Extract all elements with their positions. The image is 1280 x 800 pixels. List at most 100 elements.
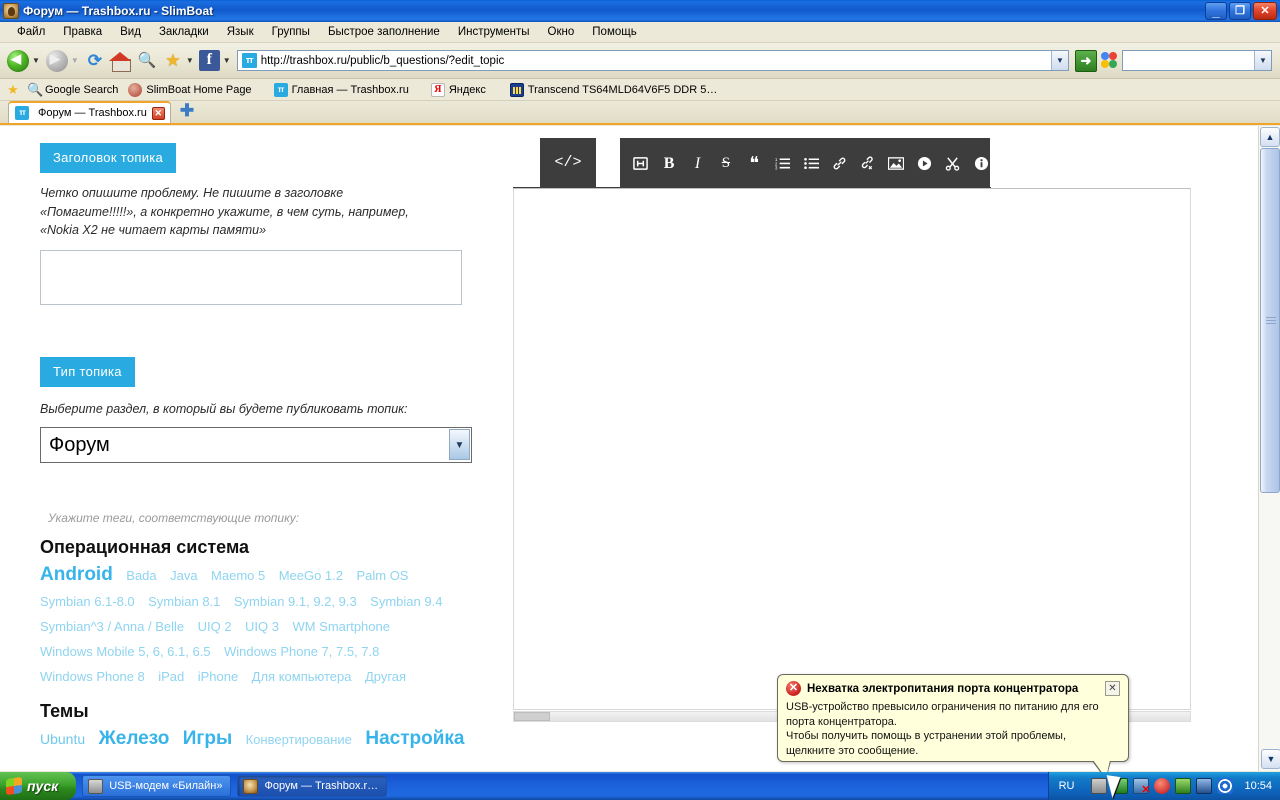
tag-link[interactable]: Windows Phone 7, 7.5, 7.8 [224,644,379,659]
clock[interactable]: 10:54 [1244,780,1272,792]
shield-icon[interactable] [1154,778,1171,794]
tag-link[interactable]: Игры [183,728,232,749]
ordered-list-icon[interactable]: 123 [774,156,791,170]
bookmark-google-search[interactable]: 🔍 Google Search [24,82,125,98]
minimize-button[interactable]: _ [1205,2,1227,20]
heading-icon[interactable] [632,156,649,171]
menu-item-bookmarks[interactable]: Закладки [150,24,218,40]
menu-item-groups[interactable]: Группы [263,24,319,40]
address-dropdown-chevron-down-icon[interactable]: ▼ [1051,51,1068,70]
menu-item-tools[interactable]: Инструменты [449,24,539,40]
tab-forum-trashbox[interactable]: тт Форум — Trashbox.ru ✕ [8,101,171,123]
taskbar-item-forum[interactable]: Форум — Trashbox.r… [237,775,388,797]
editor-source-tab[interactable]: </> [540,138,596,188]
maximize-button[interactable]: ❐ [1229,2,1251,20]
reload-icon[interactable]: ⟳ [84,50,106,72]
home-icon[interactable] [108,50,132,72]
tag-link[interactable]: Железо [99,728,170,749]
google-icon[interactable] [1100,51,1120,71]
new-tab-button[interactable]: ✚ [180,101,194,123]
tag-link[interactable]: UIQ 2 [198,619,232,634]
menu-item-edit[interactable]: Правка [54,24,111,40]
close-button[interactable]: ✕ [1253,2,1277,20]
link-icon[interactable] [831,156,848,171]
tag-link[interactable]: Palm OS [356,568,408,583]
page-scrollbar-vertical[interactable]: ▲ ▼ [1258,126,1280,771]
cut-icon[interactable] [944,156,961,171]
unordered-list-icon[interactable] [802,156,819,170]
tag-link[interactable]: Java [170,568,197,583]
bold-icon[interactable]: B [660,155,677,171]
facebook-chevron-down-icon[interactable]: ▼ [223,56,231,65]
tab-close-icon[interactable]: ✕ [151,106,165,120]
tag-link[interactable]: MeeGo 1.2 [279,568,343,583]
bookmark-trashbox-main[interactable]: тт Главная — Trashbox.ru [271,82,416,98]
info-icon[interactable] [973,156,990,171]
tag-link[interactable]: Конвертирование [246,732,352,747]
usb-power-notification[interactable]: ✕ Нехватка электропитания порта концентр… [777,674,1129,780]
scroll-down-button[interactable]: ▼ [1261,749,1280,769]
tag-link[interactable]: Android [40,564,113,585]
menu-item-view[interactable]: Вид [111,24,150,40]
tag-link[interactable]: iPhone [198,669,238,684]
tag-link[interactable]: Symbian 9.1, 9.2, 9.3 [234,594,357,609]
go-button[interactable]: ➜ [1075,49,1097,72]
network-error-icon[interactable]: ✕ [1133,778,1150,796]
tag-link[interactable]: Symbian^3 / Anna / Belle [40,619,184,634]
menu-item-file[interactable]: Файл [8,24,54,40]
chevron-down-icon[interactable]: ▼ [449,429,470,460]
tag-link[interactable]: WM Smartphone [292,619,390,634]
taskbar-item-usb-modem[interactable]: USB-модем «Билайн» [82,775,232,797]
topic-section-select[interactable]: Форум ▼ [40,427,472,463]
tag-link[interactable]: Bada [126,568,156,583]
back-button[interactable]: ◀ [5,48,31,74]
menu-item-language[interactable]: Язык [218,24,263,40]
video-icon[interactable] [916,156,933,171]
bookmark-yandex[interactable]: Я Яндекс [428,82,493,98]
tag-link[interactable]: UIQ 3 [245,619,279,634]
address-bar[interactable]: тт http://trashbox.ru/public/b_questions… [236,50,1069,71]
sound-icon[interactable] [1217,778,1234,794]
tab-bar: тт Форум — Trashbox.ru ✕ ✚ [0,101,1280,125]
language-indicator[interactable]: RU [1059,780,1075,792]
start-button[interactable]: пуск [0,772,77,800]
notification-close-icon[interactable]: ✕ [1105,681,1120,696]
tag-link[interactable]: iPad [158,669,184,684]
tag-link[interactable]: Другая [365,669,406,684]
magnifier-icon[interactable]: 🔍 [136,50,158,72]
topic-title-input[interactable] [40,250,462,305]
tag-link[interactable]: Для компьютера [252,669,352,684]
menu-item-window[interactable]: Окно [539,24,584,40]
tag-link[interactable]: Настройка [365,728,464,749]
image-icon[interactable] [888,156,905,170]
italic-icon[interactable]: I [689,155,706,171]
editor-content-area[interactable] [513,188,1191,710]
facebook-icon[interactable]: f [198,49,221,72]
flash-icon[interactable] [1175,778,1192,794]
tag-link[interactable]: Ubuntu [40,731,85,747]
search-box[interactable]: ▼ [1122,50,1272,71]
menu-item-help[interactable]: Помощь [583,24,645,40]
monitor-icon[interactable] [1196,778,1213,794]
tag-link[interactable]: Symbian 8.1 [148,594,220,609]
back-history-chevron-down-icon[interactable]: ▼ [32,56,40,65]
tag-link[interactable]: Maemo 5 [211,568,265,583]
tag-link[interactable]: Windows Phone 8 [40,669,145,684]
unlink-icon[interactable] [859,155,876,171]
editor-hscroll-thumb[interactable] [514,712,550,721]
bookmark-transcend[interactable]: Transcend TS64MLD64V6F5 DDR 5… [507,82,725,98]
scroll-up-button[interactable]: ▲ [1260,127,1280,147]
tag-link[interactable]: Symbian 6.1-8.0 [40,594,135,609]
tag-link[interactable]: Windows Mobile 5, 6, 6.1, 6.5 [40,644,211,659]
star-add-icon[interactable]: ★ [162,50,184,72]
blockquote-icon[interactable]: ❝ [746,154,763,172]
bookmark-slimboat-home[interactable]: SlimBoat Home Page [125,82,258,98]
scrollbar-thumb[interactable] [1260,148,1280,493]
bookmarks-star-icon[interactable]: ★ [6,82,20,97]
strikethrough-icon[interactable]: S [717,155,734,171]
menu-item-autofill[interactable]: Быстрое заполнение [319,24,449,40]
search-chevron-down-icon[interactable]: ▼ [1254,51,1271,70]
forward-button[interactable]: ▶ [44,48,70,74]
bookmark-chevron-down-icon[interactable]: ▼ [186,56,194,65]
tag-link[interactable]: Symbian 9.4 [370,594,442,609]
